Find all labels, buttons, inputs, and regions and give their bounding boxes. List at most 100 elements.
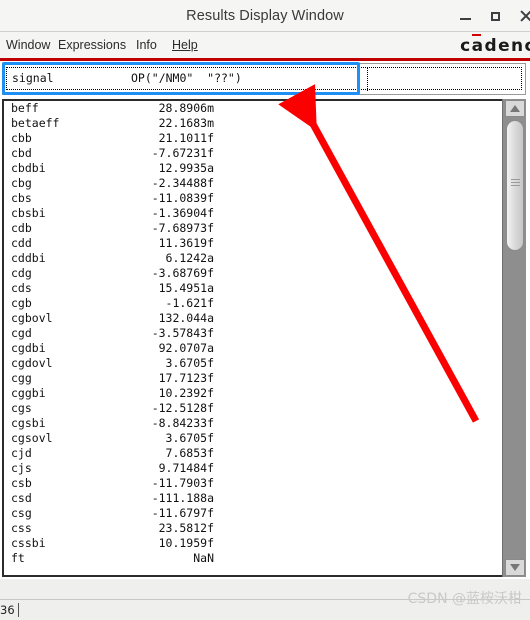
row-signal-name: cdb bbox=[11, 221, 32, 235]
row-signal-value: -7.68973f bbox=[151, 221, 214, 235]
row-signal-value: 7.6853f bbox=[165, 446, 214, 460]
expression-row[interactable]: signal OP("/NM0" "??") bbox=[6, 67, 522, 91]
table-row[interactable]: cbs -11.0839f bbox=[4, 191, 502, 206]
row-signal-name: csb bbox=[11, 476, 32, 490]
row-signal-name: beff bbox=[11, 101, 39, 115]
scrollbar-grip-icon bbox=[511, 179, 520, 188]
row-signal-name: cssbi bbox=[11, 536, 46, 550]
row-signal-name: cgdbi bbox=[11, 341, 46, 355]
vertical-scrollbar[interactable] bbox=[502, 99, 526, 577]
scroll-down-button[interactable] bbox=[505, 559, 525, 576]
table-row[interactable]: css 23.5812f bbox=[4, 521, 502, 536]
minimize-button[interactable] bbox=[452, 0, 478, 32]
row-signal-value: 92.0707a bbox=[158, 341, 214, 355]
row-signal-value: -11.6797f bbox=[151, 506, 214, 520]
table-row[interactable]: cbsbi -1.36904f bbox=[4, 206, 502, 221]
row-signal-value: -11.7903f bbox=[151, 476, 214, 490]
row-signal-value: 21.1011f bbox=[158, 131, 214, 145]
row-signal-name: cbdbi bbox=[11, 161, 46, 175]
table-row[interactable]: cbb 21.1011f bbox=[4, 131, 502, 146]
scrollbar-thumb[interactable] bbox=[506, 120, 524, 251]
menubar: Window Expressions Info Help cadenc bbox=[0, 32, 530, 59]
window-title: Results Display Window bbox=[186, 8, 344, 24]
table-row[interactable]: cgbovl 132.044a bbox=[4, 311, 502, 326]
brand-red-divider bbox=[0, 58, 530, 61]
table-row[interactable]: cgb -1.621f bbox=[4, 296, 502, 311]
row-signal-name: csg bbox=[11, 506, 32, 520]
cadence-logo: cadenc bbox=[460, 33, 530, 59]
row-signal-name: cbb bbox=[11, 131, 32, 145]
row-signal-name: cddbi bbox=[11, 251, 46, 265]
table-row[interactable]: cggbi 10.2392f bbox=[4, 386, 502, 401]
table-row[interactable]: cdd 11.3619f bbox=[4, 236, 502, 251]
row-signal-value: 15.4951a bbox=[158, 281, 214, 295]
row-signal-value: 132.044a bbox=[158, 311, 214, 325]
table-row[interactable]: cssbi 10.1959f bbox=[4, 536, 502, 551]
table-row[interactable]: cgd -3.57843f bbox=[4, 326, 502, 341]
row-signal-value: -11.0839f bbox=[151, 191, 214, 205]
row-signal-value: 23.5812f bbox=[158, 521, 214, 535]
table-row[interactable]: cgdbi 92.0707a bbox=[4, 341, 502, 356]
status-caret bbox=[18, 603, 19, 617]
menu-item-help-label: Help bbox=[172, 38, 198, 52]
table-row[interactable]: cgsovl 3.6705f bbox=[4, 431, 502, 446]
table-row[interactable]: csg -11.6797f bbox=[4, 506, 502, 521]
row-signal-name: betaeff bbox=[11, 116, 60, 130]
row-signal-name: cdg bbox=[11, 266, 32, 280]
row-signal-value: -111.188a bbox=[151, 491, 214, 505]
table-row[interactable]: ft NaN bbox=[4, 551, 502, 566]
cadence-logo-part2: denc bbox=[484, 36, 530, 56]
close-button[interactable] bbox=[512, 0, 530, 32]
row-signal-name: cds bbox=[11, 281, 32, 295]
row-signal-value: -3.57843f bbox=[151, 326, 214, 340]
row-signal-value: -1.36904f bbox=[151, 206, 214, 220]
table-row[interactable]: cddbi 6.1242a bbox=[4, 251, 502, 266]
row-signal-value: 11.3619f bbox=[158, 236, 214, 250]
row-signal-name: cjs bbox=[11, 461, 32, 475]
table-row[interactable]: cjs 9.71484f bbox=[4, 461, 502, 476]
window-titlebar: Results Display Window bbox=[0, 0, 530, 32]
row-signal-value: 3.6705f bbox=[165, 356, 214, 370]
table-row[interactable]: csb -11.7903f bbox=[4, 476, 502, 491]
cadence-logo-macron: a bbox=[471, 33, 485, 59]
table-row[interactable]: beff 28.8906m bbox=[4, 101, 502, 116]
table-row[interactable]: cdb -7.68973f bbox=[4, 221, 502, 236]
row-signal-value: -12.5128f bbox=[151, 401, 214, 415]
row-signal-value: NaN bbox=[193, 551, 214, 565]
table-row[interactable]: betaeff 22.1683m bbox=[4, 116, 502, 131]
row-signal-value: 17.7123f bbox=[158, 371, 214, 385]
table-row[interactable]: cgdovl 3.6705f bbox=[4, 356, 502, 371]
row-signal-name: css bbox=[11, 521, 32, 535]
maximize-button[interactable] bbox=[482, 0, 508, 32]
row-signal-name: cbd bbox=[11, 146, 32, 160]
table-row[interactable]: cgg 17.7123f bbox=[4, 371, 502, 386]
table-row[interactable]: cdg -3.68769f bbox=[4, 266, 502, 281]
results-list[interactable]: beff 28.8906m betaeff 22.1683m cbb 21.1011f cb… bbox=[2, 101, 502, 575]
triangle-up-icon bbox=[510, 105, 520, 112]
table-row[interactable]: cgsbi -8.84233f bbox=[4, 416, 502, 431]
row-signal-value: 9.71484f bbox=[158, 461, 214, 475]
menu-item-expressions[interactable]: Expressions bbox=[58, 32, 126, 59]
table-row[interactable]: cbd -7.67231f bbox=[4, 146, 502, 161]
triangle-down-icon bbox=[510, 564, 520, 571]
table-row[interactable]: cjd 7.6853f bbox=[4, 446, 502, 461]
watermark: CSDN @蓝桉沃柑 bbox=[407, 591, 522, 607]
menu-item-help[interactable]: Help bbox=[172, 32, 198, 59]
row-signal-value: -7.67231f bbox=[151, 146, 214, 160]
table-row[interactable]: cds 15.4951a bbox=[4, 281, 502, 296]
menu-item-window[interactable]: Window bbox=[6, 32, 50, 59]
row-signal-value: 22.1683m bbox=[158, 116, 214, 130]
table-row[interactable]: cgs -12.5128f bbox=[4, 401, 502, 416]
row-signal-name: cdd bbox=[11, 236, 32, 250]
table-row[interactable]: cbdbi 12.9935a bbox=[4, 161, 502, 176]
row-signal-value: 10.1959f bbox=[158, 536, 214, 550]
table-row[interactable]: cbg -2.34488f bbox=[4, 176, 502, 191]
table-row[interactable]: csd -111.188a bbox=[4, 491, 502, 506]
expression-name: signal bbox=[12, 71, 54, 85]
menu-item-info[interactable]: Info bbox=[136, 32, 157, 59]
row-signal-name: cbs bbox=[11, 191, 32, 205]
row-signal-name: cgsovl bbox=[11, 431, 53, 445]
row-signal-name: cgs bbox=[11, 401, 32, 415]
scroll-up-button[interactable] bbox=[505, 100, 525, 117]
row-signal-value: -2.34488f bbox=[151, 176, 214, 190]
